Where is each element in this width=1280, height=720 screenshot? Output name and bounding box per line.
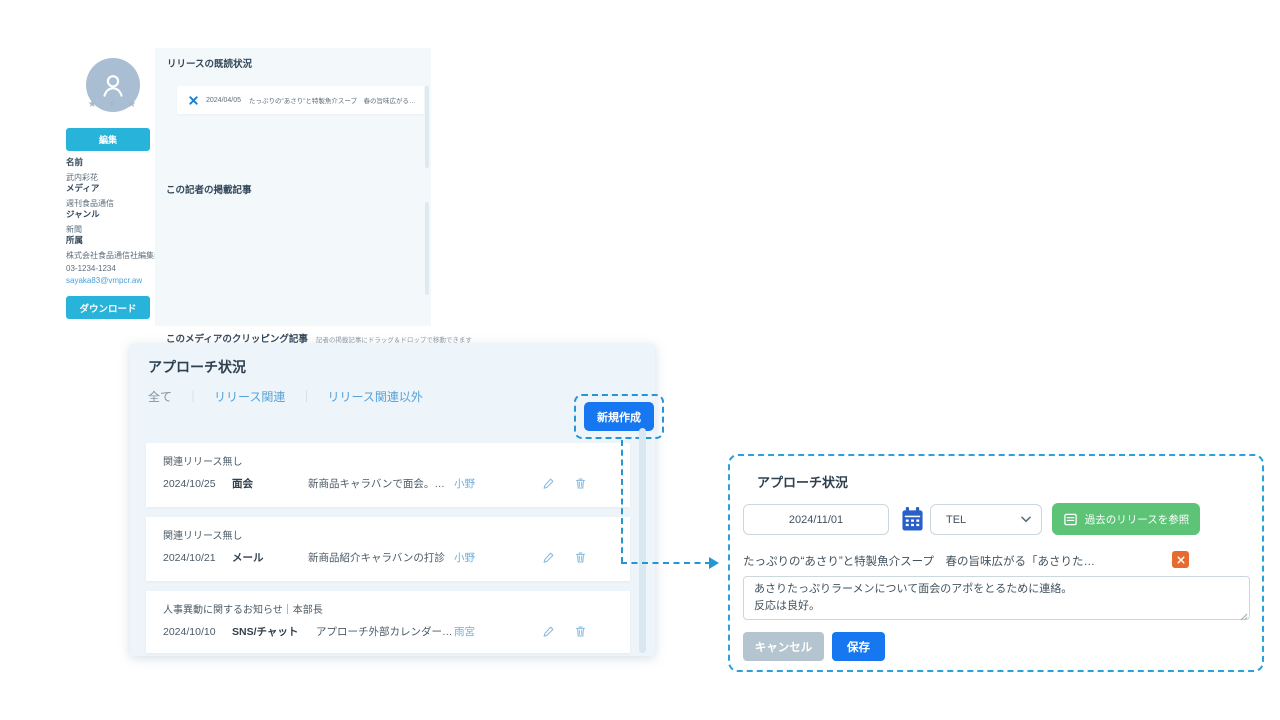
filter-tab-all[interactable]: 全て xyxy=(148,388,172,405)
field-value: 株式会社食品通信社編集部 xyxy=(66,250,162,261)
edit-pencil-icon[interactable] xyxy=(542,625,555,638)
edit-pencil-icon[interactable] xyxy=(542,477,555,490)
approach-person-link[interactable]: 小野 xyxy=(454,476,514,491)
profile-field-affiliation: 所属 株式会社食品通信社編集部 03-1234-1234 sayaka83@vm… xyxy=(66,234,162,285)
document-list-icon xyxy=(1063,512,1078,527)
remove-release-x-icon[interactable] xyxy=(1172,551,1189,568)
approach-date: 2024/10/25 xyxy=(163,478,232,490)
approach-type: SNS/チャット xyxy=(232,624,316,639)
filter-divider: ｜ xyxy=(300,388,312,405)
delete-trash-icon[interactable] xyxy=(574,625,587,638)
approach-desc: 新商品キャラバンで面会。… xyxy=(308,476,454,491)
email-link[interactable]: sayaka83@vmpcr.aw xyxy=(66,276,162,285)
profile-field-genre: ジャンル 新聞 xyxy=(66,208,100,235)
related-release-label: 関連リリース無し xyxy=(163,527,613,542)
related-release-label: 関連リリース無し xyxy=(163,453,613,468)
reference-past-release-button[interactable]: 過去のリリースを参照 xyxy=(1052,503,1200,535)
approach-filter-tabs: 全て ｜ リリース関連 ｜ リリース関連以外 xyxy=(148,388,423,405)
contact-method-value: TEL xyxy=(946,514,966,526)
edit-button[interactable]: 編集 xyxy=(66,128,150,151)
approach-row[interactable]: 関連リリース無し 2024/10/25 面会 新商品キャラバンで面会。… 小野 xyxy=(146,443,630,507)
approach-row[interactable]: 人事異動に関するお知らせ｜本部長 2024/10/10 SNS/チャット アプロ… xyxy=(146,591,630,653)
calendar-icon[interactable] xyxy=(897,504,927,535)
field-label: 所属 xyxy=(66,234,162,246)
approach-person-link[interactable]: 小野 xyxy=(454,550,514,565)
contact-method-select[interactable]: TEL xyxy=(930,504,1042,535)
edit-pencil-icon[interactable] xyxy=(542,551,555,564)
release-date: 2024/04/05 xyxy=(206,97,241,104)
page: ★ ★ ★ 編集 名前 武内彩花 メディア 週刊食品通信 ジャンル 新聞 所属 … xyxy=(0,0,1280,720)
filter-tab-non-release[interactable]: リリース関連以外 xyxy=(327,388,422,405)
textarea-resize-handle[interactable] xyxy=(1240,608,1248,626)
profile-field-name: 名前 武内彩花 xyxy=(66,156,98,183)
approach-desc: アプローチ外部カレンダー… xyxy=(316,624,454,639)
cancel-button[interactable]: キャンセル xyxy=(743,632,824,661)
related-release-label: 人事異動に関するお知らせ｜本部長 xyxy=(163,601,613,616)
annotation-arrow-horizontal xyxy=(621,562,711,564)
clipping-title: このメディアのクリッピング記事 xyxy=(166,331,308,345)
field-label: メディア xyxy=(66,182,114,194)
field-label: ジャンル xyxy=(66,208,100,220)
filter-divider: ｜ xyxy=(187,388,199,405)
new-approach-button[interactable]: 新規作成 xyxy=(584,402,654,431)
download-button[interactable]: ダウンロード xyxy=(66,296,150,319)
chevron-down-icon xyxy=(1021,516,1031,523)
delete-trash-icon[interactable] xyxy=(574,477,587,490)
filter-tab-release-related[interactable]: リリース関連 xyxy=(214,388,285,405)
delete-trash-icon[interactable] xyxy=(574,551,587,564)
selected-release-title: たっぷりの“あさり”と特製魚介スープ 春の旨味広がる「あさりた… xyxy=(743,553,1163,569)
approach-list-scrollbar[interactable] xyxy=(639,428,646,653)
approach-type: メール xyxy=(232,550,308,565)
clipping-articles-header: このメディアのクリッピング記事 記者の掲載記事にドラッグ＆ドロップで移動できます xyxy=(166,331,472,345)
approach-row[interactable]: 関連リリース無し 2024/10/21 メール 新商品紹介キャラバンの打診 小野 xyxy=(146,517,630,581)
approach-person-link[interactable]: 雨宮 xyxy=(454,624,514,639)
person-icon xyxy=(98,70,128,100)
read-status-row[interactable]: 2024/04/05 たっぷりの“あさり”と特製魚介スープ 春の旨味広がる「あさ… xyxy=(177,86,424,114)
approach-type: 面会 xyxy=(232,476,308,491)
x-mark-icon xyxy=(189,96,198,105)
popup-title: アプローチ状況 xyxy=(757,472,848,491)
release-title: たっぷりの“あさり”と特製魚介スープ 春の旨味広がる「あさりたっ… xyxy=(249,95,416,105)
approach-date: 2024/10/10 xyxy=(163,626,232,638)
approach-status-title: アプローチ状況 xyxy=(148,357,246,377)
phone-number: 03-1234-1234 xyxy=(66,264,162,273)
reporter-articles-title: この記者の掲載記事 xyxy=(166,182,252,196)
save-button[interactable]: 保存 xyxy=(832,632,885,661)
reference-button-label: 過去のリリースを参照 xyxy=(1085,512,1189,527)
field-label: 名前 xyxy=(66,156,98,168)
profile-field-media: メディア 週刊食品通信 xyxy=(66,182,114,209)
read-status-title: リリースの既読状況 xyxy=(167,56,252,70)
scrollbar[interactable] xyxy=(425,86,429,168)
approach-desc: 新商品紹介キャラバンの打診 xyxy=(308,550,454,565)
annotation-arrow-vertical xyxy=(621,440,623,563)
approach-date: 2024/10/21 xyxy=(163,552,232,564)
memo-textarea[interactable]: あさりたっぷりラーメンについて面会のアポをとるために連絡。 反応は良好。 xyxy=(743,576,1250,620)
scrollbar[interactable] xyxy=(425,202,429,295)
annotation-arrow-head xyxy=(709,557,719,569)
clipping-note: 記者の掲載記事にドラッグ＆ドロップで移動できます xyxy=(316,334,472,344)
star-rating[interactable]: ★ ★ ★ xyxy=(78,99,150,110)
date-input[interactable] xyxy=(743,504,889,535)
